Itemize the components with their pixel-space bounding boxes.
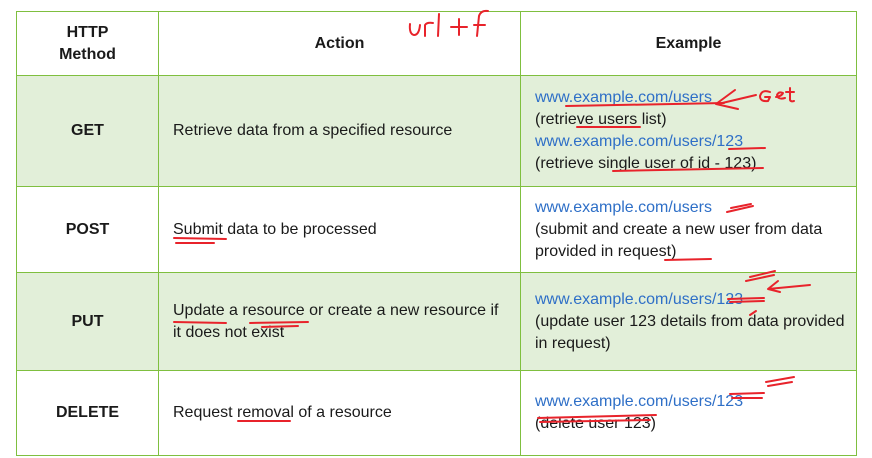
example-description: (delete user 123) xyxy=(535,415,656,432)
table-row-post: POST Submit data to be processed www.exa… xyxy=(16,186,857,273)
example-url-link[interactable]: www.example.com/users/123 xyxy=(535,289,848,311)
http-methods-table: HTTP Method Action Example GET Retrieve … xyxy=(16,11,857,456)
example-url-link[interactable]: www.example.com/users/123 xyxy=(535,391,848,413)
example-url-link[interactable]: www.example.com/users xyxy=(535,197,848,219)
example-cell: www.example.com/users (retrieve users li… xyxy=(520,75,857,187)
http-methods-table-container: HTTP Method Action Example GET Retrieve … xyxy=(16,11,857,456)
example-url-link[interactable]: www.example.com/users xyxy=(535,87,848,109)
example-description: (retrieve single user of id - 123) xyxy=(535,155,757,172)
table-header-row: HTTP Method Action Example xyxy=(16,11,857,76)
header-example: Example xyxy=(520,11,857,76)
example-description: (submit and create a new user from data … xyxy=(535,220,823,260)
header-method: HTTP Method xyxy=(16,11,159,76)
example-description: (retrieve users list) xyxy=(535,111,667,128)
method-cell: GET xyxy=(16,75,159,187)
example-description: (update user 123 details from data provi… xyxy=(535,312,845,352)
action-cell: Retrieve data from a specified resource xyxy=(158,75,521,187)
method-cell: PUT xyxy=(16,272,159,371)
method-cell: DELETE xyxy=(16,370,159,456)
method-cell: POST xyxy=(16,186,159,273)
table-row-put: PUT Update a resource or create a new re… xyxy=(16,272,857,371)
example-cell: www.example.com/users/123 (delete user 1… xyxy=(520,370,857,456)
header-action: Action xyxy=(158,11,521,76)
example-cell: www.example.com/users/123 (update user 1… xyxy=(520,272,857,371)
action-cell: Submit data to be processed xyxy=(158,186,521,273)
example-url-link[interactable]: www.example.com/users/123 xyxy=(535,131,848,153)
action-cell: Request removal of a resource xyxy=(158,370,521,456)
table-row-get: GET Retrieve data from a specified resou… xyxy=(16,75,857,187)
action-cell: Update a resource or create a new resour… xyxy=(158,272,521,371)
table-row-delete: DELETE Request removal of a resource www… xyxy=(16,370,857,456)
example-cell: www.example.com/users (submit and create… xyxy=(520,186,857,273)
